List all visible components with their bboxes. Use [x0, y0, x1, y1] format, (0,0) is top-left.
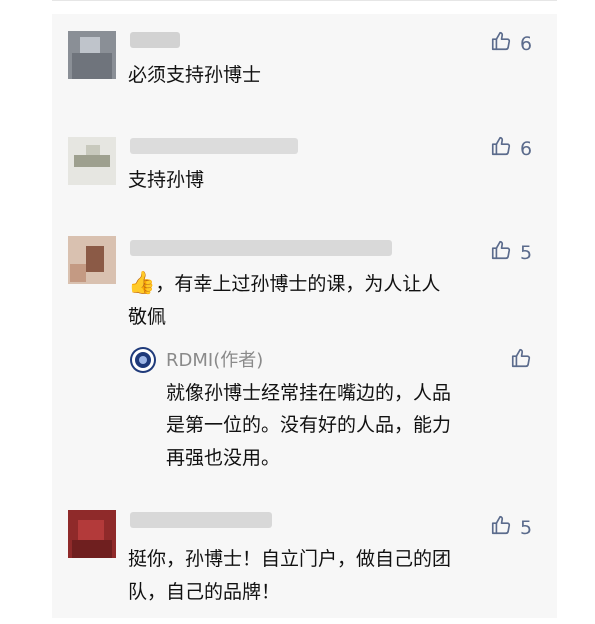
like-count: 5 — [520, 241, 533, 264]
thumbs-up-icon — [490, 514, 512, 541]
reply-text-line-2: 是第一位的。没有好的人品，能力 — [166, 414, 452, 436]
reply-author[interactable]: RDMI(作者) — [166, 346, 263, 372]
comment-text-line-2: 队，自己的品牌！ — [128, 581, 281, 603]
thumbs-up-icon — [510, 347, 532, 374]
blurred-username — [130, 32, 180, 48]
thumbs-up-emoji: 👍 — [128, 271, 156, 296]
thumbs-up-icon — [490, 30, 512, 57]
top-divider — [52, 0, 557, 1]
reply-text-line-1: 就像孙博士经常挂在嘴边的，人品 — [166, 382, 452, 404]
blurred-username — [130, 138, 298, 154]
thumbs-up-icon — [490, 135, 512, 162]
like-button[interactable]: 6 — [490, 30, 532, 57]
comment-text: 支持孙博 — [128, 169, 205, 191]
blurred-username — [130, 240, 392, 256]
comment-text: 必须支持孙博士 — [128, 64, 262, 86]
like-count: 6 — [520, 32, 533, 55]
comment-text-line-1: 挺你，孙博士！自立门户，做自己的团 — [128, 548, 452, 570]
comments-panel: 6 必须支持孙博士 6 支持孙博 5 👍，有幸上过孙博士的课，为人让人 敬佩 R… — [52, 14, 557, 618]
like-count: 6 — [520, 137, 533, 160]
rdmi-logo-icon — [132, 349, 154, 371]
avatar[interactable] — [68, 236, 116, 284]
like-button[interactable]: 6 — [490, 135, 532, 162]
reply-text-line-3: 再强也没用。 — [166, 447, 281, 469]
comment-text-line-2: 敬佩 — [128, 306, 167, 328]
like-count: 5 — [520, 516, 533, 539]
comment-text-line-1: 👍，有幸上过孙博士的课，为人让人 — [128, 271, 441, 296]
thumbs-up-icon — [490, 239, 512, 266]
avatar[interactable] — [68, 31, 116, 79]
avatar[interactable] — [68, 137, 116, 185]
avatar[interactable] — [68, 510, 116, 558]
like-button[interactable]: 5 — [490, 239, 532, 266]
reply-like-button[interactable] — [510, 347, 532, 374]
blurred-username — [130, 512, 272, 528]
like-button[interactable]: 5 — [490, 514, 532, 541]
